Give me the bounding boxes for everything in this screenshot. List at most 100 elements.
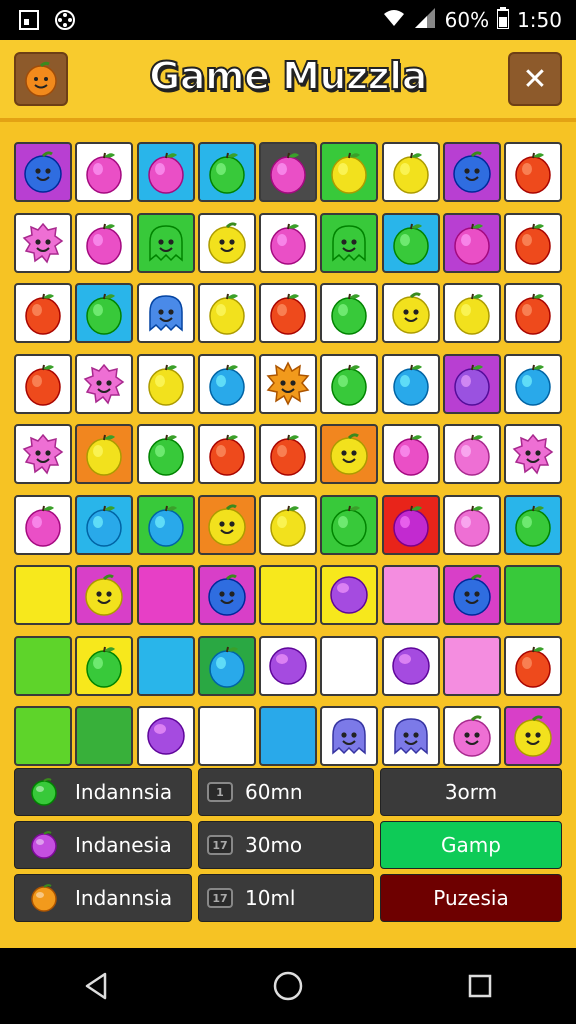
board-tile[interactable] — [381, 424, 440, 484]
home-button[interactable] — [258, 956, 318, 1016]
board-tile[interactable] — [504, 565, 562, 625]
board-tile[interactable] — [381, 283, 440, 343]
board-tile[interactable] — [75, 424, 134, 484]
board-tile[interactable] — [197, 283, 256, 343]
board-tile[interactable] — [442, 212, 501, 273]
board-tile[interactable] — [197, 424, 256, 484]
board-tile[interactable] — [75, 142, 134, 202]
board-tile[interactable] — [197, 494, 256, 555]
board-tile[interactable] — [381, 565, 440, 625]
board-tile[interactable] — [259, 706, 317, 766]
board-tile[interactable] — [504, 424, 562, 484]
board-tile[interactable] — [259, 635, 317, 696]
board-tile[interactable] — [197, 353, 256, 414]
board-tile[interactable] — [14, 565, 72, 625]
board-tile[interactable] — [75, 565, 134, 625]
board-tile[interactable] — [136, 353, 195, 414]
recents-icon — [468, 974, 492, 998]
board-tile[interactable] — [504, 212, 562, 273]
board-tile[interactable] — [136, 283, 195, 343]
board-tile[interactable] — [320, 353, 379, 414]
board-tile[interactable] — [259, 353, 317, 414]
board-tile[interactable] — [14, 353, 72, 414]
board-tile[interactable] — [14, 494, 72, 555]
board-tile[interactable] — [320, 565, 379, 625]
board-tile[interactable] — [442, 424, 501, 484]
board-tile[interactable] — [381, 494, 440, 555]
board-tile[interactable] — [136, 635, 195, 696]
board-tile[interactable] — [504, 353, 562, 414]
board-tile[interactable] — [442, 142, 501, 202]
board-tile[interactable] — [320, 142, 379, 202]
board-tile[interactable] — [442, 283, 501, 343]
board-tile[interactable] — [136, 494, 195, 555]
board-tile[interactable] — [320, 635, 379, 696]
board-tile[interactable] — [259, 283, 317, 343]
board-tile[interactable] — [259, 565, 317, 625]
board-tile[interactable] — [75, 494, 134, 555]
board-tile[interactable] — [197, 635, 256, 696]
action-button[interactable]: Gamp — [380, 821, 562, 869]
board-tile[interactable] — [136, 565, 195, 625]
board-tile[interactable] — [381, 353, 440, 414]
close-button[interactable]: ✕ — [508, 52, 562, 106]
fruit-piece-icon — [392, 505, 429, 547]
board-tile[interactable] — [442, 494, 501, 555]
fruit-piece-icon — [515, 223, 551, 265]
board-tile[interactable] — [442, 635, 501, 696]
board-tile[interactable] — [75, 212, 134, 273]
board-tile[interactable] — [320, 706, 379, 766]
board-tile[interactable] — [136, 706, 195, 766]
board-tile[interactable] — [75, 635, 134, 696]
board-tile[interactable] — [381, 635, 440, 696]
value-cell: 17 10ml — [198, 874, 374, 922]
board-tile[interactable] — [320, 424, 379, 484]
board-tile[interactable] — [320, 494, 379, 555]
board-tile[interactable] — [75, 706, 134, 766]
board-tile[interactable] — [381, 142, 440, 202]
board-tile[interactable] — [259, 424, 317, 484]
board-tile[interactable] — [136, 212, 195, 273]
board-tile[interactable] — [197, 212, 256, 273]
board-tile[interactable] — [14, 635, 72, 696]
fruit-piece-icon — [331, 505, 367, 547]
board-tile[interactable] — [14, 142, 72, 202]
board-tile[interactable] — [197, 142, 256, 202]
board-tile[interactable] — [320, 212, 379, 273]
fruit-piece-icon — [454, 223, 490, 265]
region-cell: Indanesia — [14, 821, 192, 869]
board-tile[interactable] — [197, 565, 256, 625]
fruit-piece-icon — [147, 152, 184, 194]
fruit-piece-icon — [270, 152, 306, 194]
board-tile[interactable] — [75, 283, 134, 343]
value-cell: 17 30mo — [198, 821, 374, 869]
back-button[interactable] — [66, 956, 126, 1016]
board-tile[interactable] — [75, 353, 134, 414]
board-tile[interactable] — [14, 424, 72, 484]
board-tile[interactable] — [259, 142, 317, 202]
action-button[interactable]: 3orm — [380, 768, 562, 816]
board-tile[interactable] — [504, 283, 562, 343]
board-tile[interactable] — [14, 212, 72, 273]
recents-button[interactable] — [450, 956, 510, 1016]
board-tile[interactable] — [14, 283, 72, 343]
board-tile[interactable] — [504, 494, 562, 555]
action-button[interactable]: Puzesia — [380, 874, 562, 922]
board-tile[interactable] — [504, 142, 562, 202]
board-tile[interactable] — [136, 142, 195, 202]
board-tile[interactable] — [504, 635, 562, 696]
board-tile[interactable] — [197, 706, 256, 766]
board-tile[interactable] — [504, 706, 562, 766]
board-tile[interactable] — [136, 424, 195, 484]
board-tile[interactable] — [259, 494, 317, 555]
board-tile[interactable] — [320, 283, 379, 343]
board-tile[interactable] — [14, 706, 72, 766]
fruit-piece-icon — [25, 505, 61, 547]
board-tile[interactable] — [259, 212, 317, 273]
board-tile[interactable] — [442, 565, 501, 625]
board-tile[interactable] — [381, 212, 440, 273]
board-tile[interactable] — [442, 353, 501, 414]
fruit-piece-icon — [454, 505, 490, 547]
board-tile[interactable] — [381, 706, 440, 766]
board-tile[interactable] — [442, 706, 501, 766]
